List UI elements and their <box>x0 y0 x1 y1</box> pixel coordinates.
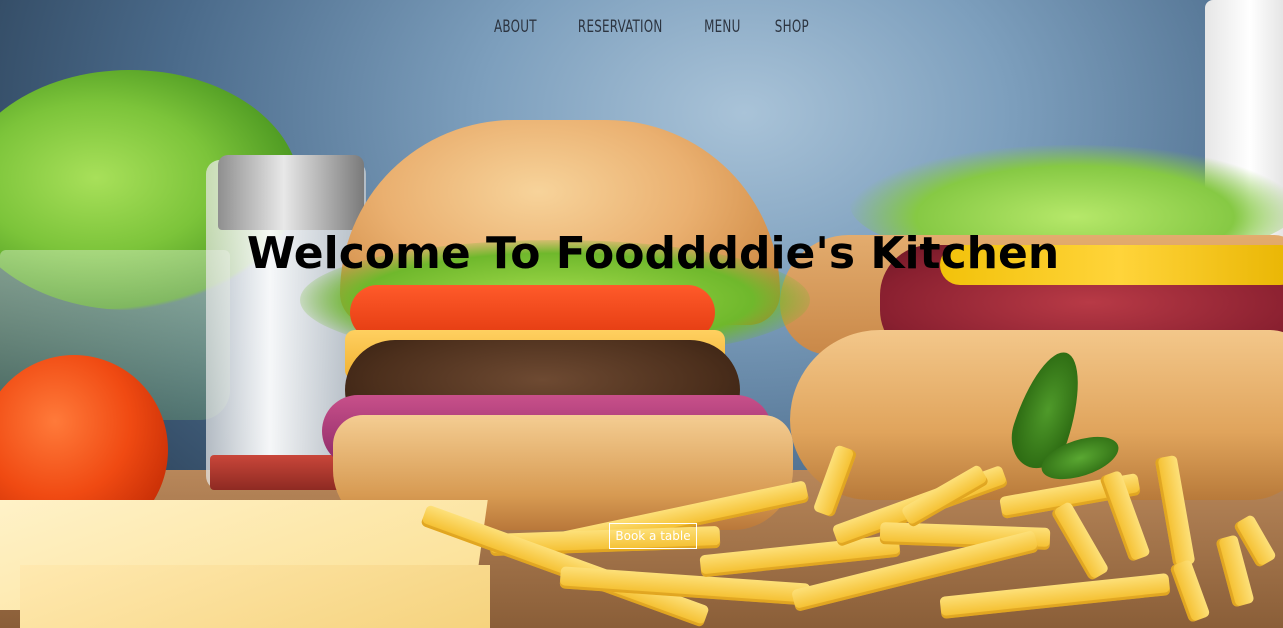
nav-link-menu[interactable]: MENU <box>704 17 740 37</box>
hero-title: Welcome To Fooddddie's Kitchen <box>246 228 1060 279</box>
cheese-slice-image <box>20 565 490 628</box>
book-table-button[interactable]: Book a table <box>609 523 697 549</box>
hero-section: ABOUT RESERVATION MENU SHOP Welcome To F… <box>0 0 1283 628</box>
main-nav: ABOUT RESERVATION MENU SHOP <box>0 17 1283 37</box>
nav-link-reservation[interactable]: RESERVATION <box>578 17 663 37</box>
salt-shaker-base <box>210 455 350 490</box>
nav-link-about[interactable]: ABOUT <box>494 17 537 37</box>
salt-shaker-cap <box>218 155 364 230</box>
nav-link-shop[interactable]: SHOP <box>774 17 808 37</box>
